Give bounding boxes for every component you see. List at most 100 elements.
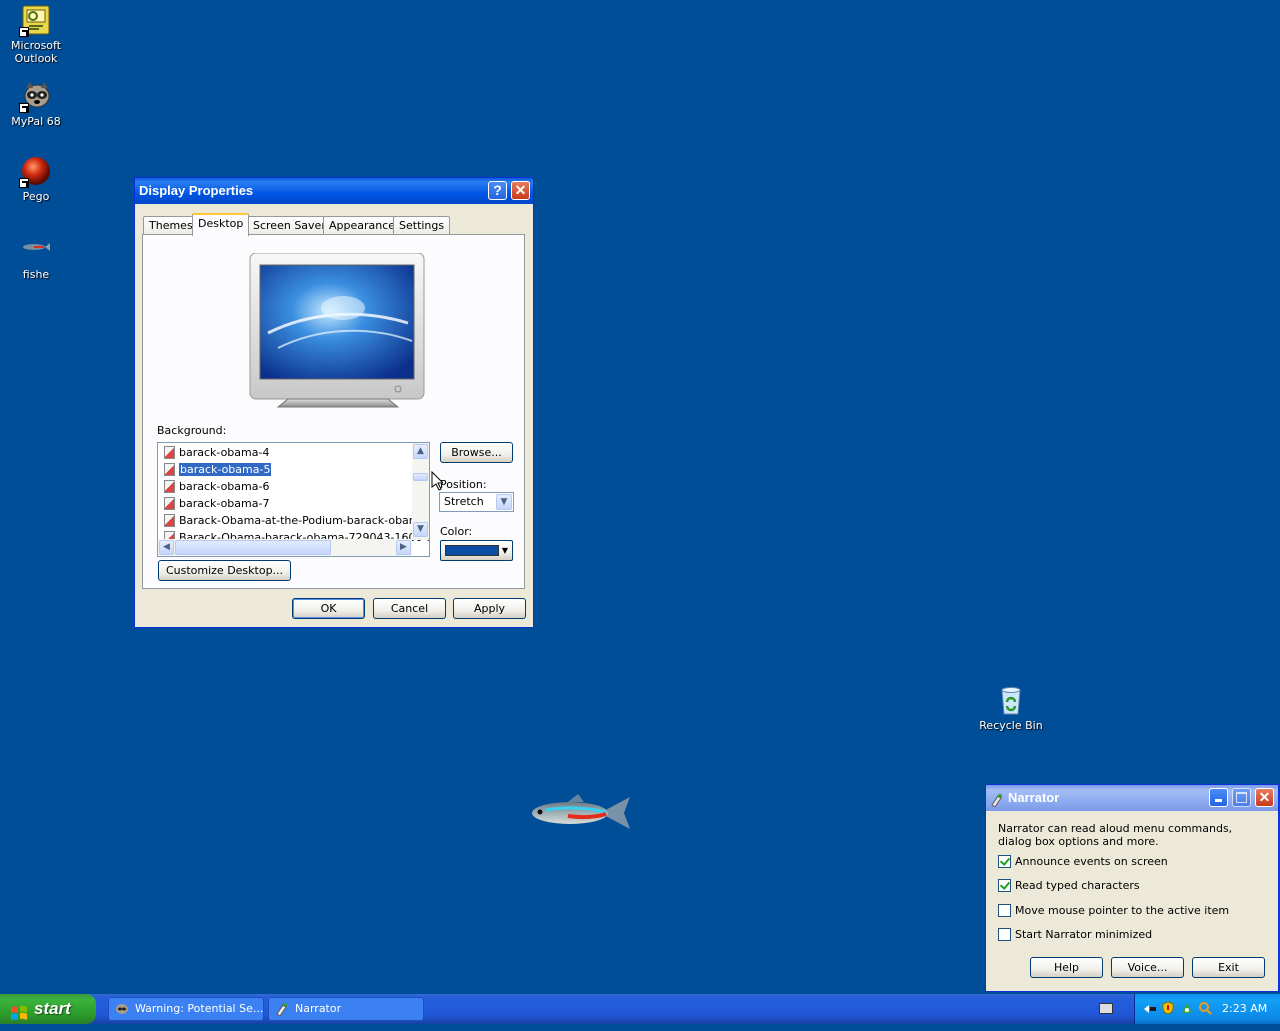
desktop-icon-recycle-bin[interactable]: Recycle Bin <box>975 684 1047 732</box>
tab-themes[interactable]: Themes <box>143 216 199 235</box>
minimize-button[interactable] <box>1209 788 1228 807</box>
pego-ball-icon <box>19 155 52 188</box>
recycle-bin-icon <box>995 684 1027 716</box>
close-button[interactable]: ✕ <box>1255 788 1274 807</box>
narrator-description: Narrator can read aloud menu commands, d… <box>998 822 1233 848</box>
list-item[interactable]: barack-obama-4 <box>164 445 269 461</box>
taskbar-item-warning[interactable]: Warning: Potential Se... <box>108 997 264 1021</box>
help-button[interactable]: ? <box>488 181 507 200</box>
desktop-icon-fishe[interactable]: fishe <box>0 233 72 281</box>
display-properties-titlebar[interactable]: Display Properties ? ✕ <box>135 178 533 204</box>
background-label: Background: <box>157 424 227 437</box>
announce-events-checkbox[interactable]: Announce events on screen <box>998 855 1168 869</box>
checkbox-checked[interactable] <box>998 879 1011 892</box>
close-button[interactable]: ✕ <box>511 181 530 200</box>
narrator-help-button[interactable]: Help <box>1030 957 1103 978</box>
list-item-selected[interactable]: barack-obama-5 <box>164 462 273 478</box>
shortcut-arrow-icon <box>19 27 29 37</box>
customize-desktop-button[interactable]: Customize Desktop... <box>158 560 291 581</box>
mouse-cursor-icon <box>431 470 445 491</box>
desktop-icon-label: Pego <box>22 190 50 203</box>
scroll-up-button[interactable]: ▲ <box>413 444 428 459</box>
tab-desktop[interactable]: Desktop <box>192 213 250 236</box>
tab-screen-saver[interactable]: Screen Saver <box>247 216 332 235</box>
monitor-preview <box>248 252 426 413</box>
desktop-icon-pego[interactable]: Pego <box>0 155 72 203</box>
windows-logo-icon <box>10 1001 28 1020</box>
scroll-left-button[interactable]: ◀ <box>159 540 174 555</box>
background-list[interactable]: barack-obama-4 barack-obama-5 barack-oba… <box>157 442 430 557</box>
scroll-right-button[interactable]: ▶ <box>396 540 411 555</box>
window-title: Narrator <box>1008 790 1060 805</box>
image-file-icon <box>164 480 175 493</box>
voice-button[interactable]: Voice... <box>1111 957 1184 978</box>
minimize-icon <box>1215 799 1222 802</box>
tab-appearance[interactable]: Appearance <box>323 216 402 235</box>
desktop-fish-image <box>528 788 634 838</box>
narrator-titlebar[interactable]: Narrator ✕ <box>986 785 1278 811</box>
narrator-app-icon <box>275 1002 289 1017</box>
image-file-icon <box>164 514 175 527</box>
list-item[interactable]: barack-obama-6 <box>164 479 269 495</box>
chevron-down-icon[interactable]: ▼ <box>496 494 512 510</box>
checkbox-checked[interactable] <box>998 855 1011 868</box>
desktop-tab-panel: Background: barack-obama-4 barack-obama-… <box>142 234 525 589</box>
shortcut-arrow-icon <box>19 178 29 188</box>
mypal-raccoon-icon <box>19 80 52 113</box>
color-swatch <box>445 545 499 556</box>
close-icon: ✕ <box>514 182 527 198</box>
exit-button[interactable]: Exit <box>1192 957 1265 978</box>
outlook-icon <box>19 4 52 37</box>
list-item[interactable]: barack-obama-7 <box>164 496 269 512</box>
read-typed-characters-checkbox[interactable]: Read typed characters <box>998 879 1140 893</box>
shortcut-arrow-icon <box>19 103 29 113</box>
checkbox-unchecked[interactable] <box>998 904 1011 917</box>
desktop-icon-label: Microsoft Outlook <box>10 39 62 65</box>
cancel-button[interactable]: Cancel <box>373 598 446 619</box>
magnifier-icon[interactable] <box>1198 1001 1212 1015</box>
browser-raccoon-icon <box>115 1002 129 1016</box>
list-item[interactable]: Barack-Obama-at-the-Podium-barack-obama-… <box>164 513 429 529</box>
desktop-icon-label: fishe <box>22 268 50 281</box>
close-icon: ✕ <box>1258 789 1271 805</box>
desktop-icon-outlook[interactable]: Microsoft Outlook <box>0 4 72 65</box>
narrator-window: Narrator ✕ Narrator can read aloud menu … <box>985 784 1279 992</box>
clock[interactable]: 2:23 AM <box>1222 1002 1267 1015</box>
scroll-down-button[interactable]: ▼ <box>413 522 428 537</box>
vertical-scroll-thumb[interactable] <box>413 473 428 481</box>
taskbar-item-narrator[interactable]: Narrator <box>268 997 424 1021</box>
start-button[interactable]: start <box>0 994 96 1024</box>
position-value: Stretch <box>444 495 484 508</box>
maximize-icon <box>1236 792 1247 803</box>
desktop-icon-mypal[interactable]: MyPal 68 <box>0 80 72 128</box>
desktop-icon-label: Recycle Bin <box>979 719 1043 732</box>
checkbox-unchecked[interactable] <box>998 928 1011 941</box>
start-minimized-checkbox[interactable]: Start Narrator minimized <box>998 928 1152 942</box>
maximize-button[interactable] <box>1232 788 1251 807</box>
keyboard-indicator-icon[interactable] <box>1099 1003 1113 1014</box>
position-select[interactable]: Stretch ▼ <box>439 492 514 512</box>
color-picker-button[interactable]: ▼ <box>440 540 513 561</box>
taskbar: start Warning: Potential Se... Narrator … <box>0 994 1280 1024</box>
network-icon[interactable] <box>1180 1001 1194 1015</box>
color-label: Color: <box>440 525 473 538</box>
image-file-icon <box>164 446 175 459</box>
desktop-icon-label: MyPal 68 <box>11 115 61 128</box>
apply-button[interactable]: Apply <box>453 598 526 619</box>
tray-arrow-icon[interactable] <box>1143 1003 1157 1015</box>
security-shield-icon[interactable] <box>1162 1001 1174 1015</box>
vertical-scrollbar[interactable]: ▲ ▼ <box>412 443 429 540</box>
tab-settings[interactable]: Settings <box>393 216 451 235</box>
window-title: Display Properties <box>139 183 254 198</box>
image-file-icon <box>164 497 175 510</box>
move-mouse-pointer-checkbox[interactable]: Move mouse pointer to the active item <box>998 904 1229 918</box>
system-tray: 2:23 AM <box>1134 994 1280 1024</box>
horizontal-scrollbar[interactable]: ◀ ▶ <box>158 539 412 556</box>
display-properties-window: Display Properties ? ✕ Themes Desktop Sc… <box>134 177 534 628</box>
image-file-icon <box>164 463 175 476</box>
browse-button[interactable]: Browse... <box>440 442 513 463</box>
dropdown-arrow-icon: ▼ <box>501 546 508 555</box>
horizontal-scroll-thumb[interactable] <box>175 540 331 555</box>
narrator-app-icon <box>990 790 1004 808</box>
ok-button[interactable]: OK <box>292 598 365 619</box>
